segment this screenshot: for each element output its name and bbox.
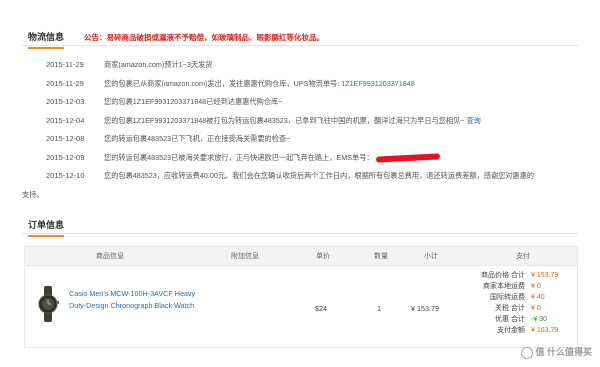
watch-product-image[interactable] (35, 286, 61, 322)
log-text: 您的转运包裹483523已下飞机，正在接受海关需要的检查~ (104, 134, 291, 143)
payment-label: 支付金额 (497, 327, 525, 334)
log-text-continuation: 支持。 (22, 189, 44, 199)
payment-value: ¥ 0 (531, 283, 541, 290)
logistics-log: 2015-11-29 商家(amazon.com)预计1~3天发货 2015-1… (22, 56, 578, 199)
product-name-link[interactable]: Casio Men's MCW-100H-3AVCF Heavy Duty-De… (69, 288, 199, 311)
payment-label: 商家本地运费 (483, 283, 525, 290)
payment-row: 支付金额 ¥ 163.79 (465, 325, 579, 336)
log-date: 2015-12-03 (46, 97, 85, 106)
log-text: 您的转运包裹483523已被海关要求放行，正与快递欧巴一起飞奔在路上，EMS单号… (104, 149, 440, 168)
payment-value: ¥ 163.79 (531, 327, 559, 334)
log-date: 2015-12-08 (46, 134, 85, 143)
payment-label: 国际转运费 (490, 294, 525, 301)
order-table-row: Casio Men's MCW-100H-3AVCF Heavy Duty-De… (24, 266, 578, 348)
log-row: 2015-12-09 您的转运包裹483523已被海关要求放行，正与快递欧巴一起… (22, 149, 578, 168)
payment-label: 关税 合计 (495, 305, 525, 312)
log-date: 2015-12-10 (46, 171, 85, 180)
log-date: 2015-12-04 (46, 115, 85, 125)
tracking-number-link[interactable]: 1Z1EF9931203371848 (341, 79, 415, 88)
payment-value: -¥ 30 (531, 316, 547, 323)
log-row: 2015-12-10 您的包裹483523，应收转运费40.00元。我们会在您确… (22, 167, 578, 199)
logistics-header: 物流信息 公告：易碎商品破损或漏液不予赔偿，如玻璃制品、眼影腮红等化妆品。 (22, 26, 578, 49)
log-date: 2015-11-29 (46, 60, 84, 69)
logistics-title: 物流信息 (28, 30, 65, 49)
payment-row: 商品价格 合计 ¥ 153.79 (465, 270, 579, 281)
redacted-ems-number (375, 152, 440, 163)
payment-value: ¥ 153.79 (531, 272, 559, 279)
payment-value: ¥ 40 (531, 294, 545, 301)
log-row: 2015-11-29 您的包裹已从商家(amazon.com)发出，发往惠惠代购… (22, 75, 578, 94)
log-date: 2015-11-29 (46, 78, 84, 88)
log-row: 2015-11-29 商家(amazon.com)预计1~3天发货 (22, 56, 578, 75)
payment-label: 商品价格 合计 (481, 272, 525, 279)
log-row: 2015-12-04 您的包裹1Z1EF9931203371848被打包为转运包… (22, 112, 578, 131)
col-quantity: 数量 (374, 253, 388, 260)
site-watermark: 值 什么值得买 (521, 345, 592, 359)
col-product: 商品信息 (96, 253, 124, 260)
log-text: 您的包裹已从商家(amazon.com)发出，发往惠惠代购仓库，UPS物流单号:… (104, 78, 415, 88)
log-row: 2015-12-08 您的转运包裹483523已下飞机，正在接受海关需要的检查~ (22, 130, 578, 149)
payment-summary: 商品价格 合计 ¥ 153.79 商家本地运费 ¥ 0 国际转运费 ¥ 40 关… (465, 270, 579, 336)
col-payment: 支付 (516, 253, 530, 260)
payment-label: 优惠 合计 (495, 316, 525, 323)
log-text: 您的包裹1Z1EF9931203371848被打包为转运包裹483523，已拿到… (104, 115, 481, 125)
col-subtotal: 小计 (424, 253, 438, 260)
watermark-logo-icon (521, 347, 534, 359)
log-row: 2015-12-03 您的包裹1Z1EF9931203371848已经到达惠惠代… (22, 93, 578, 112)
quantity: 1 (377, 304, 381, 313)
payment-value: ¥ 0 (531, 305, 541, 312)
logistics-notice: 公告：易碎商品破损或漏液不予赔偿，如玻璃制品、眼影腮红等化妆品。 (84, 33, 324, 42)
order-table-header: 商品信息 附加信息 单价 数量 小计 支付 (24, 246, 578, 266)
col-unit-price: 单价 (316, 253, 330, 260)
subtotal: ¥ 153.79 (411, 304, 439, 313)
log-date: 2015-12-09 (46, 152, 85, 162)
payment-row: 优惠 合计 -¥ 30 (465, 314, 579, 325)
payment-row: 关税 合计 ¥ 0 (465, 303, 579, 314)
order-title: 订单信息 (28, 218, 65, 237)
order-header: 订单信息 (22, 214, 578, 237)
log-text: 您的包裹483523，应收转运费40.00元。我们会在您确认收货后两个工作日内，… (104, 171, 535, 180)
unit-price: $24 (315, 304, 327, 313)
query-link[interactable]: 查询 (466, 116, 480, 125)
log-text: 商家(amazon.com)预计1~3天发货 (104, 60, 213, 69)
col-extra: 附加信息 (231, 253, 259, 260)
payment-row: 国际转运费 ¥ 40 (465, 292, 579, 303)
payment-row: 商家本地运费 ¥ 0 (465, 281, 579, 292)
log-text: 您的包裹1Z1EF9931203371848已经到达惠惠代购仓库~ (104, 97, 283, 106)
